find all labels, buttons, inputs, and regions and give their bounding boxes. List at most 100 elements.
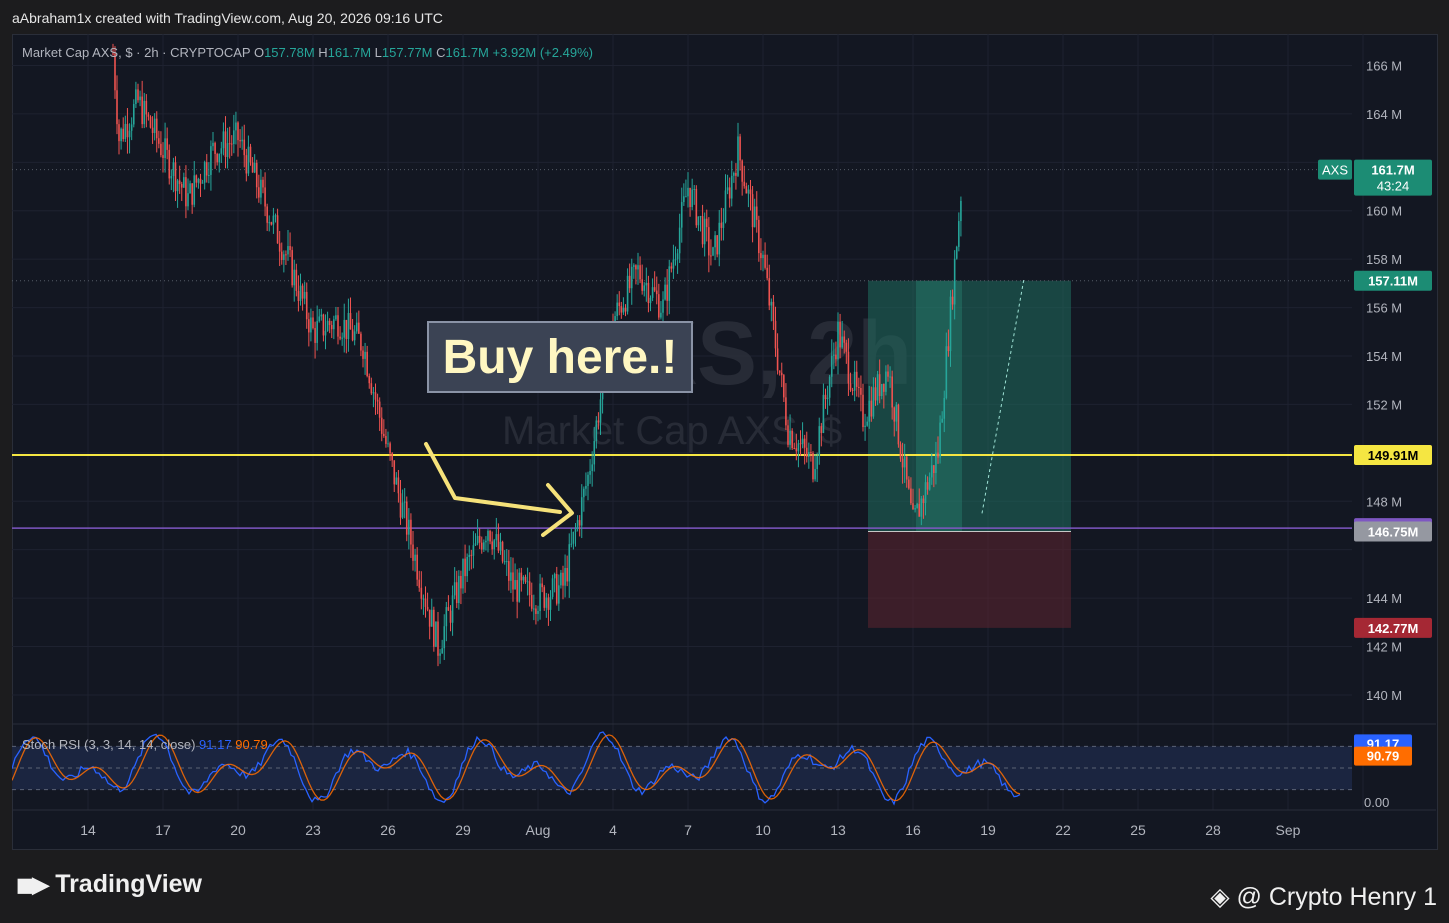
candle-body [189,183,191,194]
candle-body [755,206,758,220]
candle-body [822,394,825,434]
candle-body [872,387,875,417]
candle-body [385,436,387,444]
candle-body [203,162,206,183]
candle-body [191,183,193,205]
candle-body [135,89,137,105]
author-credit: ◈ @ Crypto Henry 1 [1210,883,1437,911]
stoch-k-value: 91.17 [199,737,232,752]
price-tick-label: 154 M [1366,349,1402,364]
time-tick-label: Sep [1276,822,1301,838]
candle-body [578,520,581,526]
candle-body [551,578,554,597]
candle-body [295,269,298,291]
open-value: 157.78M [264,45,315,60]
candle-body [837,321,839,360]
candle-body [228,143,231,145]
price-chart[interactable]: AXS, 2h Market Cap AXS, $ 140 M142 M144 … [12,34,1436,848]
candle-body [301,285,304,299]
candle-body [222,131,225,149]
candle-body [835,354,837,360]
candle-body [487,530,489,541]
candle-body [660,312,662,318]
candle-body [510,572,512,581]
candle-body [383,433,385,437]
candle-body [689,187,691,208]
candle-body [849,383,852,390]
candle-body [730,175,733,199]
candle-body [585,485,587,489]
candle-body [760,253,762,259]
price-axis: 140 M 142 M 144 M 148 M 152 M 154 M 156 M 158 M… [1366,58,1402,702]
candle-body [680,202,683,228]
candle-body [120,128,122,142]
candle-body [762,254,764,259]
chart-attribution: aAbraham1x created with TradingView.com,… [12,10,443,26]
candle-body [803,438,806,448]
candle-body [870,400,873,417]
candle-body [553,574,556,579]
candle-body [572,531,575,544]
candle-body [412,544,414,561]
candle-body [274,215,277,217]
candle-body [178,180,181,184]
candle-body [166,138,168,150]
candle-body [266,206,268,223]
candle-body [726,187,729,191]
candle-body [568,544,571,582]
candle-body [374,392,377,400]
candle-body [230,143,233,145]
candle-body [587,474,589,486]
candle-body [562,572,564,586]
candle-body [493,540,496,550]
candle-body [214,142,216,154]
time-tick-label: 25 [1130,822,1146,838]
candle-body [433,609,435,647]
candle-body [941,418,943,423]
candle-body [424,598,427,607]
candle-body [122,128,125,140]
candle-body [172,162,175,177]
candle-body [128,130,131,138]
candle-body [233,130,235,144]
candle-body [522,576,525,581]
candle-body [458,575,460,604]
candle-body [391,453,393,461]
candle-body [599,399,602,423]
candle-body [743,181,746,187]
candle-body [445,607,448,627]
candle-body [949,296,952,352]
candle-body [378,401,381,418]
candle-body [595,420,598,441]
candle-body [624,307,627,312]
candle-body [868,400,871,422]
candle-body [205,162,208,176]
candle-body [216,153,218,163]
candle-body [212,142,214,147]
candle-body [910,488,912,504]
candle-body [778,370,781,373]
candle-body [314,328,316,343]
candle-body [345,319,348,340]
candle-body [716,235,718,255]
candle-body [883,383,885,392]
candle-body [880,383,883,397]
time-tick-label: 19 [980,822,996,838]
candle-body [453,582,456,596]
candle-body [728,187,731,199]
candle-body [937,452,939,458]
candle-body [287,246,289,255]
candle-body [739,136,741,161]
candle-body [183,177,185,188]
candle-body [368,375,371,384]
candle-body [858,386,860,388]
candle-body [218,153,221,163]
candle-body [708,227,710,256]
loss-zone [868,531,1071,628]
candle-body [620,306,623,313]
candle-body [299,285,302,301]
candle-body [341,337,343,339]
candle-body [416,554,418,580]
price-tick-label: 156 M [1366,301,1402,316]
candle-body [576,520,579,529]
